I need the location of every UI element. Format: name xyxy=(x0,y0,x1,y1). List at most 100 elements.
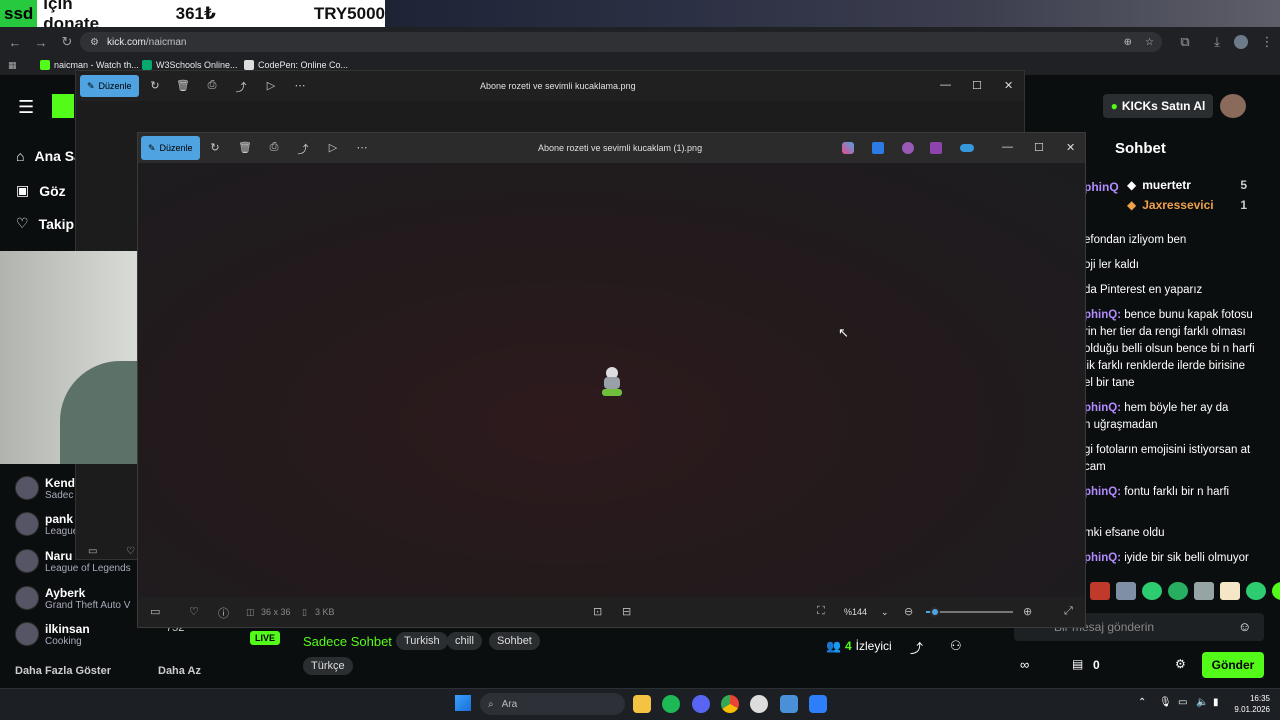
stream-category-link[interactable]: Sadece Sohbet xyxy=(303,634,392,649)
copilot-icon[interactable] xyxy=(842,142,854,154)
zoom-select[interactable]: %144 ⌄ xyxy=(838,602,890,622)
zoom-slider-thumb[interactable] xyxy=(929,607,940,617)
clipchamp-icon[interactable] xyxy=(902,142,914,154)
share-icon[interactable]: ⤴ xyxy=(910,638,923,657)
profile-avatar[interactable] xyxy=(1234,35,1248,49)
more-icon[interactable]: ⋯ xyxy=(293,79,307,92)
close-icon[interactable]: ✕ xyxy=(1004,79,1013,92)
delete-icon[interactable]: 🗑 xyxy=(238,141,252,154)
start-button-icon[interactable] xyxy=(455,695,471,711)
site-info-icon[interactable]: ⚙ xyxy=(90,37,99,48)
reload-icon[interactable]: ↻ xyxy=(58,34,76,50)
designer-icon[interactable] xyxy=(872,142,884,154)
nav-browse[interactable]: ▣ Göz xyxy=(16,182,66,199)
file-explorer-icon[interactable] xyxy=(633,695,651,713)
filmstrip-icon[interactable]: ▭ xyxy=(88,546,97,557)
show-more-link[interactable]: Daha Fazla Göster xyxy=(15,665,111,677)
rotate-icon[interactable]: ↻ xyxy=(208,141,222,154)
send-button[interactable]: Gönder xyxy=(1202,652,1264,678)
tag-sohbet[interactable]: Sohbet xyxy=(489,632,540,650)
minimize-icon[interactable]: — xyxy=(940,79,951,91)
zoom-icon[interactable]: ⊕ xyxy=(1124,37,1132,48)
maximize-icon[interactable]: ☐ xyxy=(1034,141,1044,154)
visual-search-icon[interactable]: ⊡ xyxy=(593,605,602,618)
close-icon[interactable]: ✕ xyxy=(1066,141,1075,154)
bookmark-w3schools[interactable]: W3Schools Online... xyxy=(142,60,238,70)
info-icon[interactable]: ⓘ xyxy=(218,605,229,621)
emote-icon[interactable] xyxy=(1246,582,1266,600)
suggested-channel[interactable]: ilkinsan Cooking xyxy=(15,622,90,647)
microphone-icon[interactable]: 🎙 xyxy=(1159,697,1172,708)
menu-icon[interactable]: ⋮ xyxy=(1258,34,1276,50)
emote-icon[interactable] xyxy=(1220,582,1240,600)
favorite-icon[interactable]: ♡ xyxy=(189,605,199,618)
slideshow-icon[interactable]: ▷ xyxy=(326,141,340,154)
edit-button[interactable]: ✎ Düzenle xyxy=(141,136,200,160)
apps-icon[interactable]: ▦ xyxy=(8,60,17,71)
network-icon[interactable]: ▭ xyxy=(1178,697,1187,708)
filmstrip-icon[interactable]: ▭ xyxy=(150,605,160,618)
slideshow-icon[interactable]: ▷ xyxy=(264,79,278,92)
print-icon[interactable]: ⎙ xyxy=(267,141,281,154)
back-icon[interactable]: ← xyxy=(6,35,24,50)
settings-app-icon[interactable] xyxy=(780,695,798,713)
emote-icon[interactable] xyxy=(1116,582,1136,600)
text-extract-icon[interactable]: ⊟ xyxy=(622,605,631,618)
tag-chill[interactable]: chill xyxy=(447,632,482,650)
show-less-link[interactable]: Daha Az xyxy=(158,665,201,677)
discord-icon[interactable] xyxy=(692,695,710,713)
bookmark-star-icon[interactable]: ☆ xyxy=(1145,37,1154,48)
spotify-icon[interactable] xyxy=(662,695,680,713)
image-canvas[interactable]: ↖ xyxy=(138,163,1085,597)
fit-window-icon[interactable]: ⛶ xyxy=(817,605,825,618)
kick-logo[interactable] xyxy=(52,94,74,118)
nav-following[interactable]: ♡ Takip xyxy=(16,215,74,232)
kicks-icon[interactable]: ∞ xyxy=(1020,657,1029,672)
forward-icon[interactable]: → xyxy=(32,35,50,50)
maximize-icon[interactable]: ☐ xyxy=(972,79,982,92)
user-avatar[interactable] xyxy=(1220,94,1246,118)
taskbar-clock[interactable]: 16:35 9.01.2026 xyxy=(1228,693,1270,715)
fullscreen-icon[interactable]: ⤢ xyxy=(1064,605,1073,618)
store-icon[interactable]: ▤ xyxy=(1072,657,1083,671)
buy-kicks-button[interactable]: ● KICKs Satın Al xyxy=(1103,94,1213,118)
obs-icon[interactable] xyxy=(750,695,768,713)
rotate-icon[interactable]: ↻ xyxy=(148,79,162,92)
tray-chevron-icon[interactable]: ⌃ xyxy=(1138,697,1146,708)
delete-icon[interactable]: 🗑 xyxy=(176,79,190,92)
tag-turkish[interactable]: Turkish xyxy=(396,632,448,650)
emoji-picker-icon[interactable]: ☺ xyxy=(1238,619,1251,634)
suggested-channel[interactable]: pank League xyxy=(15,512,78,537)
zoom-slider[interactable] xyxy=(926,607,1013,617)
follow-user-icon[interactable]: ⚇ xyxy=(950,638,962,654)
emote-icon[interactable] xyxy=(1272,582,1280,600)
share-icon[interactable]: ⤴ xyxy=(234,79,248,95)
extensions-icon[interactable]: ⧉ xyxy=(1176,34,1194,50)
volume-icon[interactable]: 🔈 xyxy=(1196,697,1208,708)
zoom-out-icon[interactable]: ⊖ xyxy=(904,605,913,618)
address-bar[interactable]: ⚙ kick.com/naicman ☆ ⊕ xyxy=(80,32,1162,52)
taskbar-search[interactable]: ⌕ Ara xyxy=(480,693,625,715)
battery-icon[interactable]: ▮ xyxy=(1213,697,1219,708)
download-icon[interactable]: ⤓ xyxy=(1208,34,1226,50)
onedrive-icon[interactable] xyxy=(960,144,974,152)
chat-settings-icon[interactable]: ⚙ xyxy=(1175,657,1186,671)
emote-icon[interactable] xyxy=(1194,582,1214,600)
suggested-channel[interactable]: Kend Sadec xyxy=(15,476,75,501)
photos-app-icon[interactable] xyxy=(930,142,942,154)
tag-turkce[interactable]: Türkçe xyxy=(303,657,353,675)
bookmark-naicman[interactable]: naicman - Watch th... xyxy=(40,60,139,70)
emote-icon[interactable] xyxy=(1090,582,1110,600)
more-icon[interactable]: ⋯ xyxy=(355,141,369,154)
print-icon[interactable]: ⎙ xyxy=(205,79,219,92)
hamburger-menu-icon[interactable]: ☰ xyxy=(18,97,34,118)
emote-icon[interactable] xyxy=(1168,582,1188,600)
minimize-icon[interactable]: — xyxy=(1002,141,1013,153)
bookmark-codepen[interactable]: CodePen: Online Co... xyxy=(244,60,348,70)
photos-taskbar-icon[interactable] xyxy=(809,695,827,713)
emote-icon[interactable] xyxy=(1142,582,1162,600)
share-icon[interactable]: ⤴ xyxy=(296,141,310,157)
suggested-channel[interactable]: Ayberk Grand Theft Auto V xyxy=(15,586,130,611)
edit-button-back[interactable]: ✎ Düzenle xyxy=(80,75,139,97)
chrome-icon[interactable] xyxy=(721,695,739,713)
